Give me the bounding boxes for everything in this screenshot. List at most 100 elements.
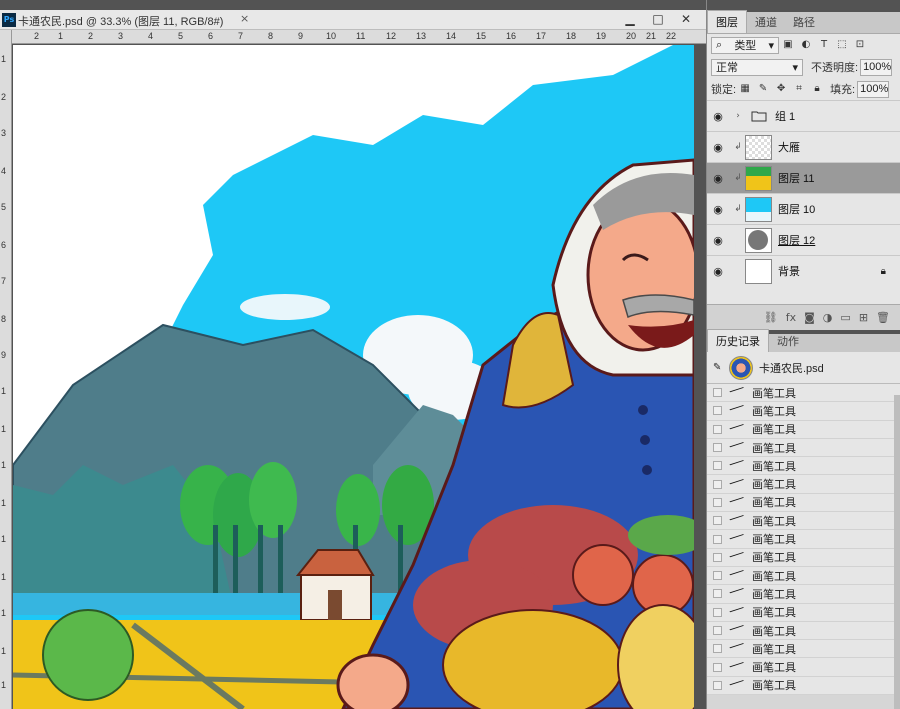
- history-item[interactable]: ╱ 画笔工具: [707, 676, 900, 696]
- minimize-button[interactable]: ▁: [616, 10, 644, 30]
- tab-channels[interactable]: 通道: [747, 11, 785, 33]
- eye-icon[interactable]: ◉: [711, 172, 725, 185]
- history-item[interactable]: ╱ 画笔工具: [707, 474, 900, 494]
- chevron-down-icon: ▾: [792, 61, 798, 74]
- history-item[interactable]: ╱ 画笔工具: [707, 547, 900, 567]
- eye-icon[interactable]: ◉: [711, 110, 725, 123]
- document-title[interactable]: 卡通农民.psd @ 33.3% (图层 11, RGB/8#): [18, 13, 223, 29]
- clipping-arrow-icon: ↲: [734, 204, 742, 214]
- ruler-tick: 2: [1, 92, 7, 102]
- history-item[interactable]: ╱ 画笔工具: [707, 566, 900, 586]
- layer-row-background[interactable]: ◉ 背景 🔒︎: [707, 255, 900, 286]
- tab-layers[interactable]: 图层: [707, 10, 747, 33]
- chevron-right-icon[interactable]: ›: [733, 111, 743, 121]
- eye-icon[interactable]: ◉: [711, 234, 725, 247]
- link-icon[interactable]: ⛓: [764, 311, 778, 324]
- history-item[interactable]: ╱ 画笔工具: [707, 658, 900, 677]
- tab-actions[interactable]: 动作: [769, 330, 807, 352]
- history-item[interactable]: ╱ 画笔工具: [707, 511, 900, 531]
- brush-icon: ╱: [729, 492, 744, 507]
- ruler-tick: 1: [1, 460, 7, 470]
- history-item[interactable]: ╱ 画笔工具: [707, 639, 900, 659]
- history-item[interactable]: ╱ 画笔工具: [707, 401, 900, 421]
- layer-row-layer-10[interactable]: ◉ ↲ 图层 10: [707, 193, 900, 224]
- layer-row-layer-12[interactable]: ◉ 图层 12: [707, 224, 900, 255]
- cartoon-farmer-illustration: [13, 45, 694, 709]
- history-scrollbar[interactable]: [894, 395, 900, 709]
- lock-position-icon[interactable]: ✥: [774, 82, 788, 96]
- fx-icon[interactable]: fx: [786, 311, 796, 324]
- ruler-tick: 1: [1, 572, 7, 582]
- vertical-ruler[interactable]: 1 2 3 4 5 6 7 8 9 1 1 1 1 1 1 1 1 1: [0, 30, 12, 709]
- layer-thumbnail: [745, 165, 772, 191]
- eye-icon[interactable]: ◉: [711, 203, 725, 216]
- ruler-tick: 18: [566, 31, 577, 41]
- history-item[interactable]: ╱ 画笔工具: [707, 529, 900, 549]
- pixel-filter-icon[interactable]: ▣: [781, 38, 795, 52]
- opacity-label: 不透明度:: [811, 62, 859, 74]
- clipping-arrow-icon: ↲: [734, 173, 742, 183]
- lock-transparent-icon[interactable]: ▦: [738, 82, 752, 96]
- history-item[interactable]: ╱ 画笔工具: [707, 492, 900, 513]
- artboard-lock-icon[interactable]: ⌗: [792, 82, 806, 96]
- adjustment-layer-icon[interactable]: ◑: [823, 311, 833, 324]
- history-item[interactable]: ╱ 画笔工具: [707, 603, 900, 622]
- tab-paths[interactable]: 路径: [785, 11, 823, 33]
- history-item[interactable]: ╱ 画笔工具: [707, 456, 900, 476]
- ruler-tick: 11: [356, 31, 366, 41]
- ruler-tick: 14: [446, 31, 457, 41]
- maximize-button[interactable]: □: [644, 10, 672, 30]
- ruler-tick: 1: [1, 386, 7, 396]
- ruler-tick: 8: [268, 31, 274, 41]
- blend-mode-select[interactable]: 正常 ▾: [711, 58, 803, 76]
- ruler-tick: 6: [208, 31, 214, 41]
- history-item[interactable]: ╱ 画笔工具: [707, 438, 900, 458]
- history-item[interactable]: ╱ 画笔工具: [707, 621, 900, 641]
- eye-icon[interactable]: ◉: [711, 141, 725, 154]
- horizontal-ruler[interactable]: 2 1 2 3 4 5 6 7 8 9 10 11 12 13 14 15 16…: [12, 30, 706, 44]
- layer-row-dayan[interactable]: ◉ ↲ 大雁: [707, 131, 900, 162]
- history-brush-source-icon[interactable]: ✎: [713, 362, 727, 373]
- brush-icon: ╱: [729, 639, 744, 654]
- history-item[interactable]: ╱ 画笔工具: [707, 420, 900, 439]
- history-item[interactable]: ╱ 画笔工具: [707, 383, 900, 403]
- layer-thumbnail: [745, 227, 772, 253]
- tab-history[interactable]: 历史记录: [707, 329, 769, 352]
- layer-thumbnail: [745, 196, 772, 222]
- shape-filter-icon[interactable]: ⬚: [835, 38, 849, 52]
- trash-icon[interactable]: 🗑︎: [876, 311, 890, 324]
- artwork-canvas[interactable]: [13, 45, 694, 709]
- new-group-icon[interactable]: ▭: [840, 311, 850, 324]
- smart-object-filter-icon[interactable]: ⊡: [853, 38, 867, 52]
- layer-row-layer-11[interactable]: ◉ ↲ 图层 11: [707, 162, 900, 193]
- new-layer-icon[interactable]: ⊞: [859, 311, 868, 324]
- document-tab[interactable]: Ps 卡通农民.psd @ 33.3% (图层 11, RGB/8#) × ▁ …: [0, 10, 706, 30]
- layer-name: 组 1: [775, 111, 796, 123]
- photoshop-app-icon: Ps: [2, 13, 16, 27]
- brush-icon: ╱: [729, 474, 744, 489]
- ruler-tick: 2: [34, 31, 40, 41]
- history-snapshot[interactable]: ✎ 卡通农民.psd: [707, 352, 900, 384]
- brush-icon: ╱: [729, 547, 744, 562]
- history-item[interactable]: ╱ 画笔工具: [707, 584, 900, 604]
- blend-opacity-row: 正常 ▾ 不透明度: 100%: [707, 56, 900, 78]
- layer-name: 背景: [778, 266, 800, 278]
- layer-filter-select[interactable]: ⌕ 类型 ▾: [711, 36, 779, 54]
- fill-field[interactable]: 100%: [857, 80, 890, 98]
- mask-icon[interactable]: ◙: [804, 311, 815, 324]
- type-filter-icon[interactable]: T: [817, 38, 831, 52]
- opacity-field[interactable]: 100%: [860, 58, 893, 76]
- lock-all-icon[interactable]: 🔒︎: [810, 82, 824, 96]
- lock-image-brush-icon[interactable]: ✎: [756, 82, 770, 96]
- tab-close-icon[interactable]: ×: [240, 12, 249, 25]
- ruler-tick: 15: [476, 31, 487, 41]
- ruler-tick: 4: [1, 166, 7, 176]
- ruler-tick: 5: [1, 202, 7, 212]
- layer-name: 图层 10: [778, 204, 816, 216]
- eye-icon[interactable]: ◉: [711, 265, 725, 278]
- close-button[interactable]: ✕: [672, 10, 700, 30]
- ruler-tick: 13: [416, 31, 427, 41]
- layer-row-group-1[interactable]: ◉ › 组 1: [707, 100, 900, 131]
- layers-list: ◉ › 组 1 ◉ ↲ 大雁 ◉ ↲ 图层 11 ◉ ↲ 图层 10 ◉ 图层 …: [707, 100, 900, 286]
- adjustment-filter-icon[interactable]: ◐: [799, 38, 813, 52]
